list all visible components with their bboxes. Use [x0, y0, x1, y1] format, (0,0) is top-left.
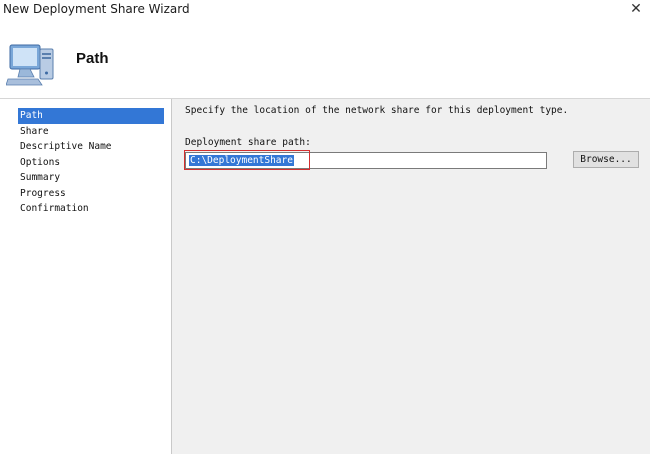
- close-button[interactable]: ✕: [628, 0, 644, 18]
- computer-icon: [6, 44, 54, 86]
- wizard-header: Path: [0, 22, 650, 99]
- nav-step-path[interactable]: Path: [18, 108, 164, 124]
- instructions-text: Specify the location of the network shar…: [185, 105, 569, 116]
- title-bar: New Deployment Share Wizard ✕: [0, 0, 650, 22]
- browse-button[interactable]: Browse...: [573, 151, 639, 168]
- nav-step-confirmation[interactable]: Confirmation: [18, 201, 164, 217]
- nav-step-options[interactable]: Options: [18, 155, 164, 171]
- deployment-share-path-input[interactable]: C:\DeploymentShare: [185, 152, 547, 169]
- nav-step-share[interactable]: Share: [18, 124, 164, 140]
- nav-step-descriptive-name[interactable]: Descriptive Name: [18, 139, 164, 155]
- path-input-value: C:\DeploymentShare: [189, 155, 294, 166]
- wizard-content: Specify the location of the network shar…: [172, 99, 650, 454]
- nav-step-summary[interactable]: Summary: [18, 170, 164, 186]
- wizard-steps-sidebar: Path Share Descriptive Name Options Summ…: [0, 99, 172, 454]
- deployment-share-path-label: Deployment share path:: [185, 137, 311, 148]
- page-title: Path: [76, 50, 109, 67]
- window-title: New Deployment Share Wizard: [3, 2, 190, 16]
- nav-step-progress[interactable]: Progress: [18, 186, 164, 202]
